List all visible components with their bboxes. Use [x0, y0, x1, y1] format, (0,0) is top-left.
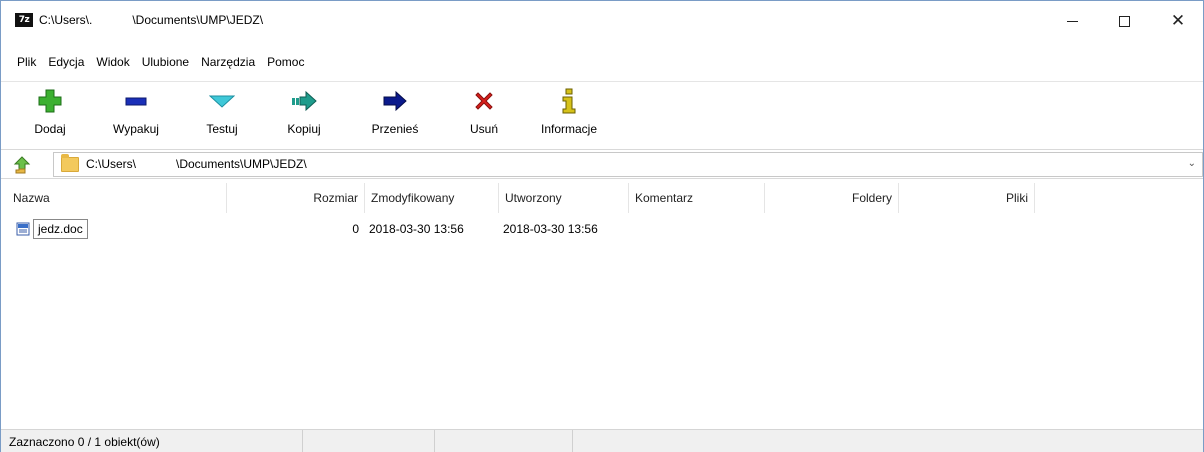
add-button[interactable]: Dodaj: [27, 88, 73, 144]
menu-bar: Plik Edycja Widok Ulubione Narzędzia Pom…: [1, 51, 1203, 73]
up-arrow-icon: [13, 156, 31, 174]
status-bar: Zaznaczono 0 / 1 obiekt(ów): [1, 429, 1203, 452]
status-selection: Zaznaczono 0 / 1 obiekt(ów): [9, 435, 160, 449]
close-button[interactable]: ✕: [1151, 1, 1204, 41]
column-header-created[interactable]: Utworzony: [499, 183, 629, 213]
delete-label: Usuń: [469, 122, 498, 136]
copy-arrow-icon: [291, 88, 317, 114]
copy-label: Kopiuj: [287, 122, 321, 136]
menu-widok[interactable]: Widok: [90, 52, 135, 72]
column-header-comment[interactable]: Komentarz: [629, 183, 765, 213]
column-header-folders[interactable]: Foldery: [765, 183, 899, 213]
file-created: 2018-03-30 13:56: [503, 222, 598, 236]
info-icon: [556, 88, 582, 114]
column-header-size[interactable]: Rozmiar: [227, 183, 365, 213]
chevron-down-icon: [209, 88, 235, 114]
plus-icon: [37, 88, 63, 114]
info-label: Informacje: [540, 122, 598, 136]
minimize-button[interactable]: [1045, 1, 1099, 41]
delete-x-icon: [471, 88, 497, 114]
status-segment-selection: Zaznaczono 0 / 1 obiekt(ów): [1, 430, 303, 452]
address-path: C:\Users\ \Documents\UMP\JEDZ\: [86, 157, 307, 171]
menu-narzedzia[interactable]: Narzędzia: [195, 52, 261, 72]
file-name[interactable]: jedz.doc: [33, 219, 88, 239]
column-header-name[interactable]: Nazwa: [7, 183, 227, 213]
delete-button[interactable]: Usuń: [461, 88, 507, 144]
test-button[interactable]: Testuj: [197, 88, 247, 144]
toolbar: Dodaj Wypakuj Testuj Kopiuj Przenieś Usu…: [1, 81, 1203, 147]
move-button[interactable]: Przenieś: [363, 88, 427, 144]
title-bar[interactable]: 7z C:\Users\. \Documents\UMP\JEDZ\ ✕: [1, 1, 1203, 47]
extract-label: Wypakuj: [113, 122, 159, 136]
address-field[interactable]: C:\Users\ \Documents\UMP\JEDZ\ ⌄: [53, 152, 1203, 177]
maximize-button[interactable]: [1097, 1, 1151, 41]
app-window: 7z C:\Users\. \Documents\UMP\JEDZ\ ✕ Pli…: [0, 0, 1204, 452]
7zip-app-icon: 7z: [15, 13, 33, 27]
move-label: Przenieś: [371, 122, 419, 136]
up-folder-button[interactable]: [13, 156, 31, 174]
copy-button[interactable]: Kopiuj: [279, 88, 329, 144]
menu-plik[interactable]: Plik: [11, 52, 42, 72]
arrow-right-icon: [382, 88, 408, 114]
column-header-modified[interactable]: Zmodyfikowany: [365, 183, 499, 213]
address-bar: C:\Users\ \Documents\UMP\JEDZ\ ⌄: [1, 149, 1203, 179]
add-label: Dodaj: [34, 122, 66, 136]
file-list[interactable]: Nazwa Rozmiar Zmodyfikowany Utworzony Ko…: [7, 183, 1203, 427]
extract-button[interactable]: Wypakuj: [101, 88, 171, 144]
window-title: C:\Users\. \Documents\UMP\JEDZ\: [39, 13, 264, 27]
word-doc-icon: [16, 222, 30, 236]
file-modified: 2018-03-30 13:56: [369, 222, 464, 236]
menu-ulubione[interactable]: Ulubione: [136, 52, 195, 72]
info-button[interactable]: Informacje: [529, 88, 609, 144]
menu-pomoc[interactable]: Pomoc: [261, 52, 310, 72]
test-label: Testuj: [206, 122, 238, 136]
menu-edycja[interactable]: Edycja: [42, 52, 90, 72]
maximize-icon: [1118, 15, 1130, 27]
status-segment-3: [435, 430, 573, 452]
status-segment-2: [303, 430, 435, 452]
folder-icon: [61, 154, 79, 172]
close-icon: ✕: [1170, 10, 1186, 31]
chevron-down-icon[interactable]: ⌄: [1188, 158, 1196, 169]
minimize-icon: [1066, 20, 1078, 22]
minus-icon: [123, 88, 149, 114]
list-item[interactable]: jedz.doc 0 2018-03-30 13:56 2018-03-30 1…: [7, 219, 1203, 239]
column-header-files[interactable]: Pliki: [899, 183, 1035, 213]
file-size: 0: [352, 222, 359, 236]
